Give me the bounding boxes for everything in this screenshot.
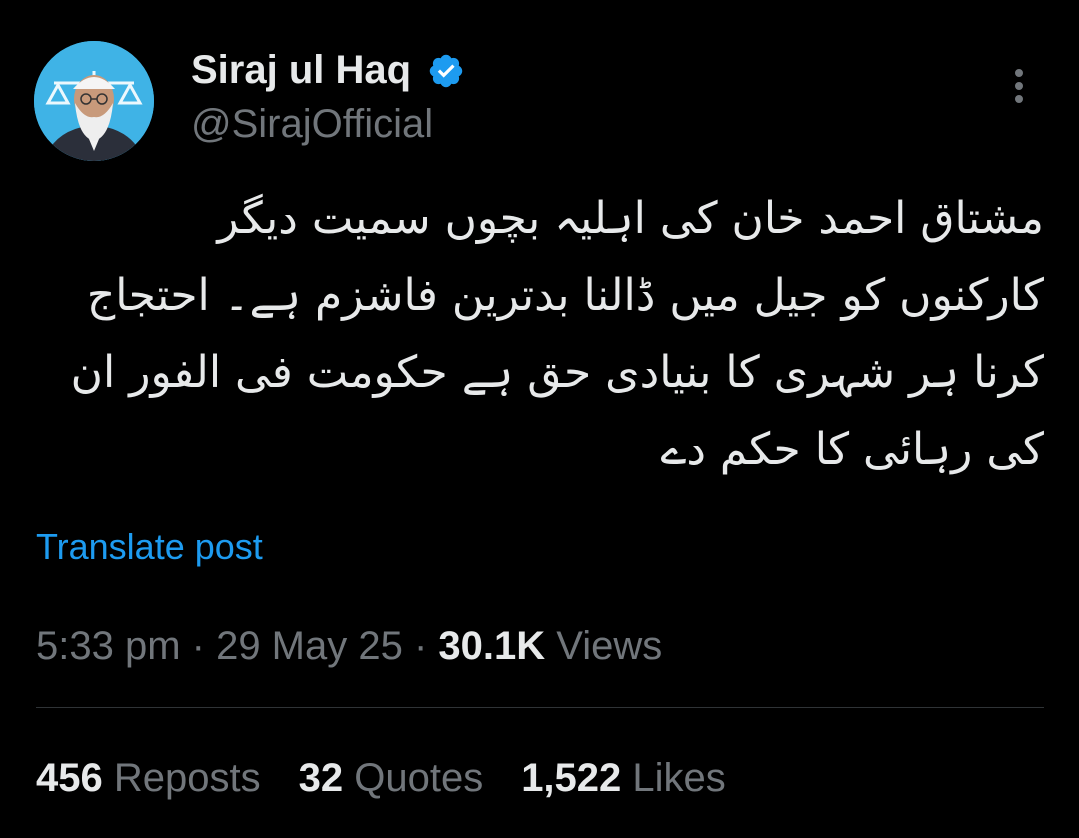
- meta-separator: ·: [180, 624, 217, 668]
- views-count: 30.1K: [438, 624, 546, 668]
- display-name[interactable]: Siraj ul Haq: [191, 44, 411, 96]
- tweet-text: مشتاق احمد خان کی اہلیہ بچوں سمیت دیگر ک…: [36, 180, 1044, 488]
- tweet-line: کی رہائی کا حکم دے: [660, 424, 1044, 475]
- reposts-count: 456: [36, 756, 103, 800]
- post-date[interactable]: 29 May 25: [216, 624, 403, 668]
- verified-badge-icon[interactable]: [427, 51, 465, 89]
- divider: [36, 707, 1044, 708]
- translate-post-link[interactable]: Translate post: [36, 524, 263, 570]
- display-name-row[interactable]: Siraj ul Haq: [191, 44, 465, 96]
- profile-photo-icon: [34, 41, 154, 161]
- more-options-icon[interactable]: [1004, 66, 1034, 106]
- user-handle[interactable]: @SirajOfficial: [191, 98, 433, 150]
- tweet-line: کارکنوں کو جیل میں ڈالنا بدترین فاشزم ہے…: [86, 270, 1044, 321]
- avatar[interactable]: [34, 41, 154, 161]
- quotes-count: 32: [298, 756, 344, 800]
- likes-label: Likes: [621, 756, 726, 800]
- tweet-line: کرنا ہر شہری کا بنیادی حق ہے حکومت فی ال…: [70, 347, 1044, 398]
- views-label: Views: [545, 624, 663, 668]
- reposts-label: Reposts: [102, 756, 261, 800]
- quotes-stat[interactable]: 32 Quotes: [299, 752, 484, 804]
- tweet-meta: 5:33 pm · 29 May 25 · 30.1K Views: [36, 620, 662, 672]
- meta-separator: ·: [402, 624, 439, 668]
- post-time[interactable]: 5:33 pm: [36, 624, 181, 668]
- tweet-line: مشتاق احمد خان کی اہلیہ بچوں سمیت دیگر: [217, 193, 1044, 244]
- likes-stat[interactable]: 1,522 Likes: [521, 752, 726, 804]
- likes-count: 1,522: [521, 756, 622, 800]
- quotes-label: Quotes: [343, 756, 484, 800]
- reposts-stat[interactable]: 456 Reposts: [36, 752, 261, 804]
- engagement-stats: 456 Reposts 32 Quotes 1,522 Likes: [36, 752, 764, 804]
